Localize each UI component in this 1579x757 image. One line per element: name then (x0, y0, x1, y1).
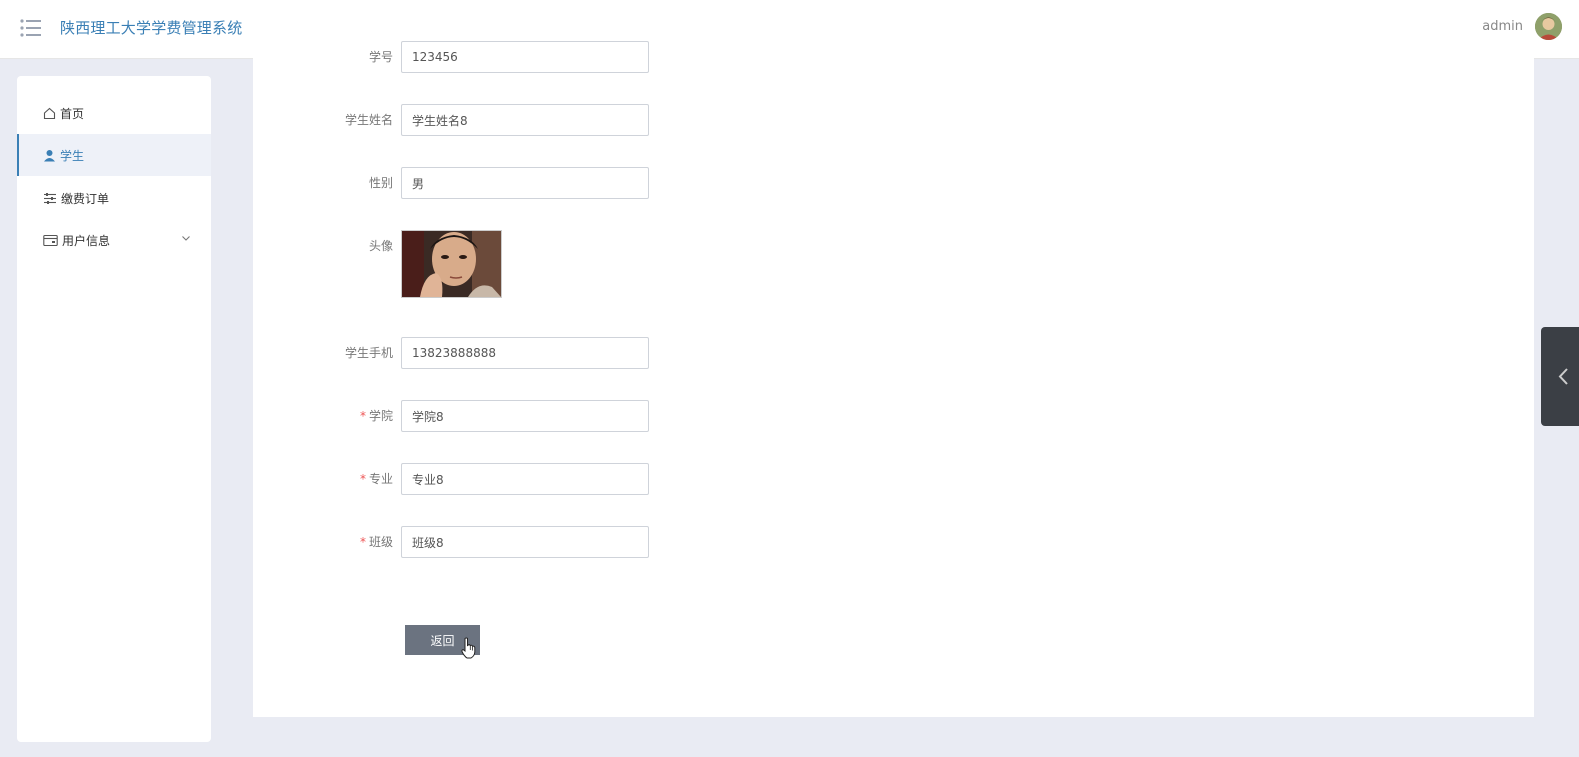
sidebar-item-label: 首页 (60, 106, 85, 121)
home-icon (43, 107, 56, 119)
user-avatar[interactable] (1535, 13, 1562, 40)
form-label: * 班级 (359, 535, 393, 549)
side-panel-toggle[interactable] (1541, 327, 1579, 426)
form-label: * 学院 (359, 409, 393, 423)
college-field[interactable] (401, 400, 649, 432)
form-label: 学号 (368, 50, 393, 64)
form-row-student-name: 学生姓名 (253, 104, 953, 137)
form-row-college: * 学院 (253, 400, 953, 433)
student-name-field[interactable] (401, 104, 649, 136)
user-icon (44, 149, 55, 161)
hand-cursor-icon (461, 637, 476, 659)
required-asterisk: * (359, 409, 366, 423)
sidebar-item-home[interactable]: 首页 (17, 92, 211, 134)
app-title: 陕西理工大学学费管理系统 (60, 19, 243, 37)
form-row-student-id: 学号 (253, 41, 953, 74)
required-asterisk: * (359, 472, 366, 486)
user-name[interactable]: admin (1482, 19, 1523, 34)
student-id-field[interactable] (401, 41, 649, 73)
sidebar-item-user-info[interactable]: 用户信息 (17, 219, 211, 261)
chevron-left-icon (1558, 368, 1568, 385)
menu-toggle-icon[interactable] (20, 17, 42, 39)
form-label: 性别 (368, 176, 393, 190)
wallet-icon (43, 234, 58, 246)
form-row-major: * 专业 (253, 463, 953, 496)
student-photo (401, 230, 502, 298)
chevron-down-icon (182, 236, 190, 241)
form-row-gender: 性别 (253, 167, 953, 200)
main-content: 学号 学生姓名 性别 头像 学生手机 (253, 41, 1534, 717)
form-label: * 专业 (359, 472, 393, 486)
required-asterisk: * (359, 535, 366, 549)
major-field[interactable] (401, 463, 649, 495)
sidebar-item-orders[interactable]: 缴费订单 (17, 177, 211, 219)
phone-field[interactable] (401, 337, 649, 369)
form-label: 学生手机 (344, 346, 393, 360)
form-row-phone: 学生手机 (253, 337, 953, 370)
form-row-avatar: 头像 (253, 230, 953, 298)
sidebar-item-student[interactable]: 学生 (17, 134, 211, 176)
sidebar-item-label: 学生 (60, 148, 85, 163)
sliders-icon (44, 192, 56, 204)
class-field[interactable] (401, 526, 649, 558)
gender-field[interactable] (401, 167, 649, 199)
form-label: 学生姓名 (344, 113, 393, 127)
sidebar-item-label: 缴费订单 (61, 191, 110, 206)
sidebar-item-label: 用户信息 (62, 233, 111, 248)
sidebar: 首页 学生 缴费订单 用户信息 (17, 76, 211, 742)
form-label: 头像 (368, 239, 393, 253)
form-row-class: * 班级 (253, 526, 953, 559)
